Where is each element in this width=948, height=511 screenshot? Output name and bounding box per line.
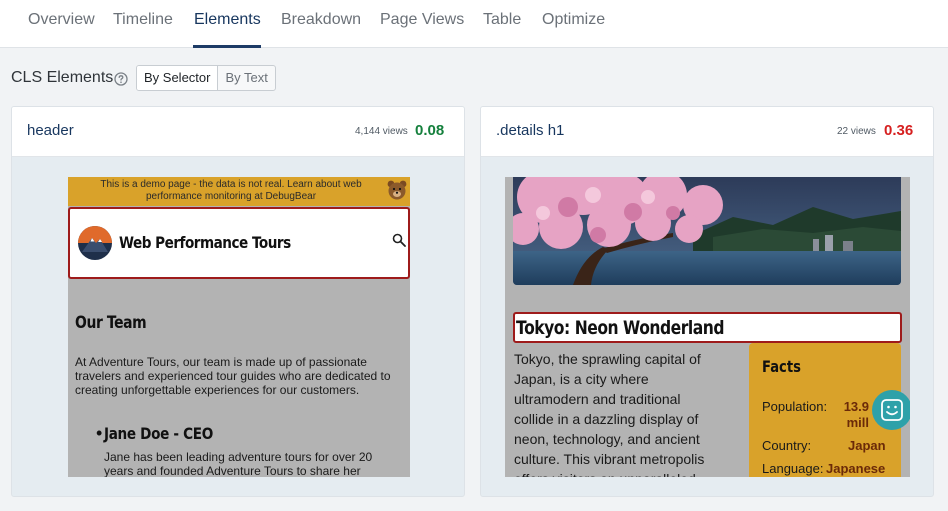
cls-element-card-details-h1[interactable]: .details h1 22 views 0.36 Tokyo: Neon Wo… [480, 106, 934, 497]
view-count: 22 views [837, 126, 876, 137]
preview-headline: Tokyo: Neon Wonderland [516, 317, 725, 339]
cls-element-card-header[interactable]: header 4,144 views 0.08 This is a demo p… [11, 106, 465, 497]
element-screenshot: This is a demo page - the data is not re… [68, 177, 410, 477]
smiley-chat-icon [881, 399, 903, 421]
tab-optimize[interactable]: Optimize [542, 11, 605, 29]
highlighted-header-element: Web Performance Tours [68, 207, 410, 279]
demo-banner: This is a demo page - the data is not re… [68, 177, 410, 206]
preview-person-name: Jane Doe - CEO [104, 424, 213, 443]
chat-widget-button[interactable] [872, 390, 910, 430]
cls-score: 0.36 [884, 122, 914, 139]
tab-page-views[interactable]: Page Views [380, 11, 464, 29]
by-text-button[interactable]: By Text [218, 66, 274, 90]
tab-breakdown[interactable]: Breakdown [281, 11, 361, 29]
cls-score: 0.08 [415, 122, 445, 139]
element-selector: .details h1 [496, 122, 565, 139]
active-tab-indicator [193, 45, 261, 48]
preview-person-bio: Jane has been leading adventure tours fo… [104, 450, 373, 477]
tab-elements[interactable]: Elements [194, 11, 261, 29]
fact-label: Language: [762, 461, 824, 476]
list-bullet: • [96, 423, 103, 443]
by-selector-button[interactable]: By Selector [137, 66, 219, 90]
demo-banner-text: This is a demo page - the data is not re… [100, 179, 362, 202]
fact-value: 13.9 mill [843, 399, 869, 430]
tab-overview[interactable]: Overview [28, 11, 95, 29]
fact-value: Japanese [826, 461, 886, 476]
card-header: header 4,144 views 0.08 [12, 107, 464, 157]
search-icon [392, 233, 406, 247]
tab-table[interactable]: Table [483, 11, 521, 29]
section-title: CLS Elements [11, 69, 114, 86]
card-header: .details h1 22 views 0.36 [481, 107, 933, 157]
element-selector: header [27, 122, 74, 139]
fact-label: Population: [762, 399, 828, 414]
question-circle-icon[interactable] [114, 72, 128, 86]
fact-value: Japan [848, 438, 886, 453]
tab-bar: Overview Timeline Elements Breakdown Pag… [0, 0, 948, 48]
facts-title: Facts [762, 357, 801, 376]
bear-icon [387, 180, 407, 200]
cherry-blossom-hero-image [513, 177, 901, 285]
fact-label: Country: [762, 438, 812, 453]
view-count: 4,144 views [355, 126, 408, 137]
view-toggle: By Selector By Text [136, 65, 276, 91]
logo-icon [78, 226, 112, 260]
element-screenshot: Tokyo: Neon Wonderland Tokyo, the sprawl… [505, 177, 910, 477]
site-name: Web Performance Tours [119, 233, 291, 252]
highlighted-h1-element: Tokyo: Neon Wonderland [513, 312, 902, 343]
preview-heading: Our Team [75, 313, 147, 333]
tab-timeline[interactable]: Timeline [113, 11, 173, 29]
preview-intro: At Adventure Tours, our team is made up … [75, 355, 391, 397]
preview-paragraph: Tokyo, the sprawling capital of Japan, i… [514, 351, 705, 477]
